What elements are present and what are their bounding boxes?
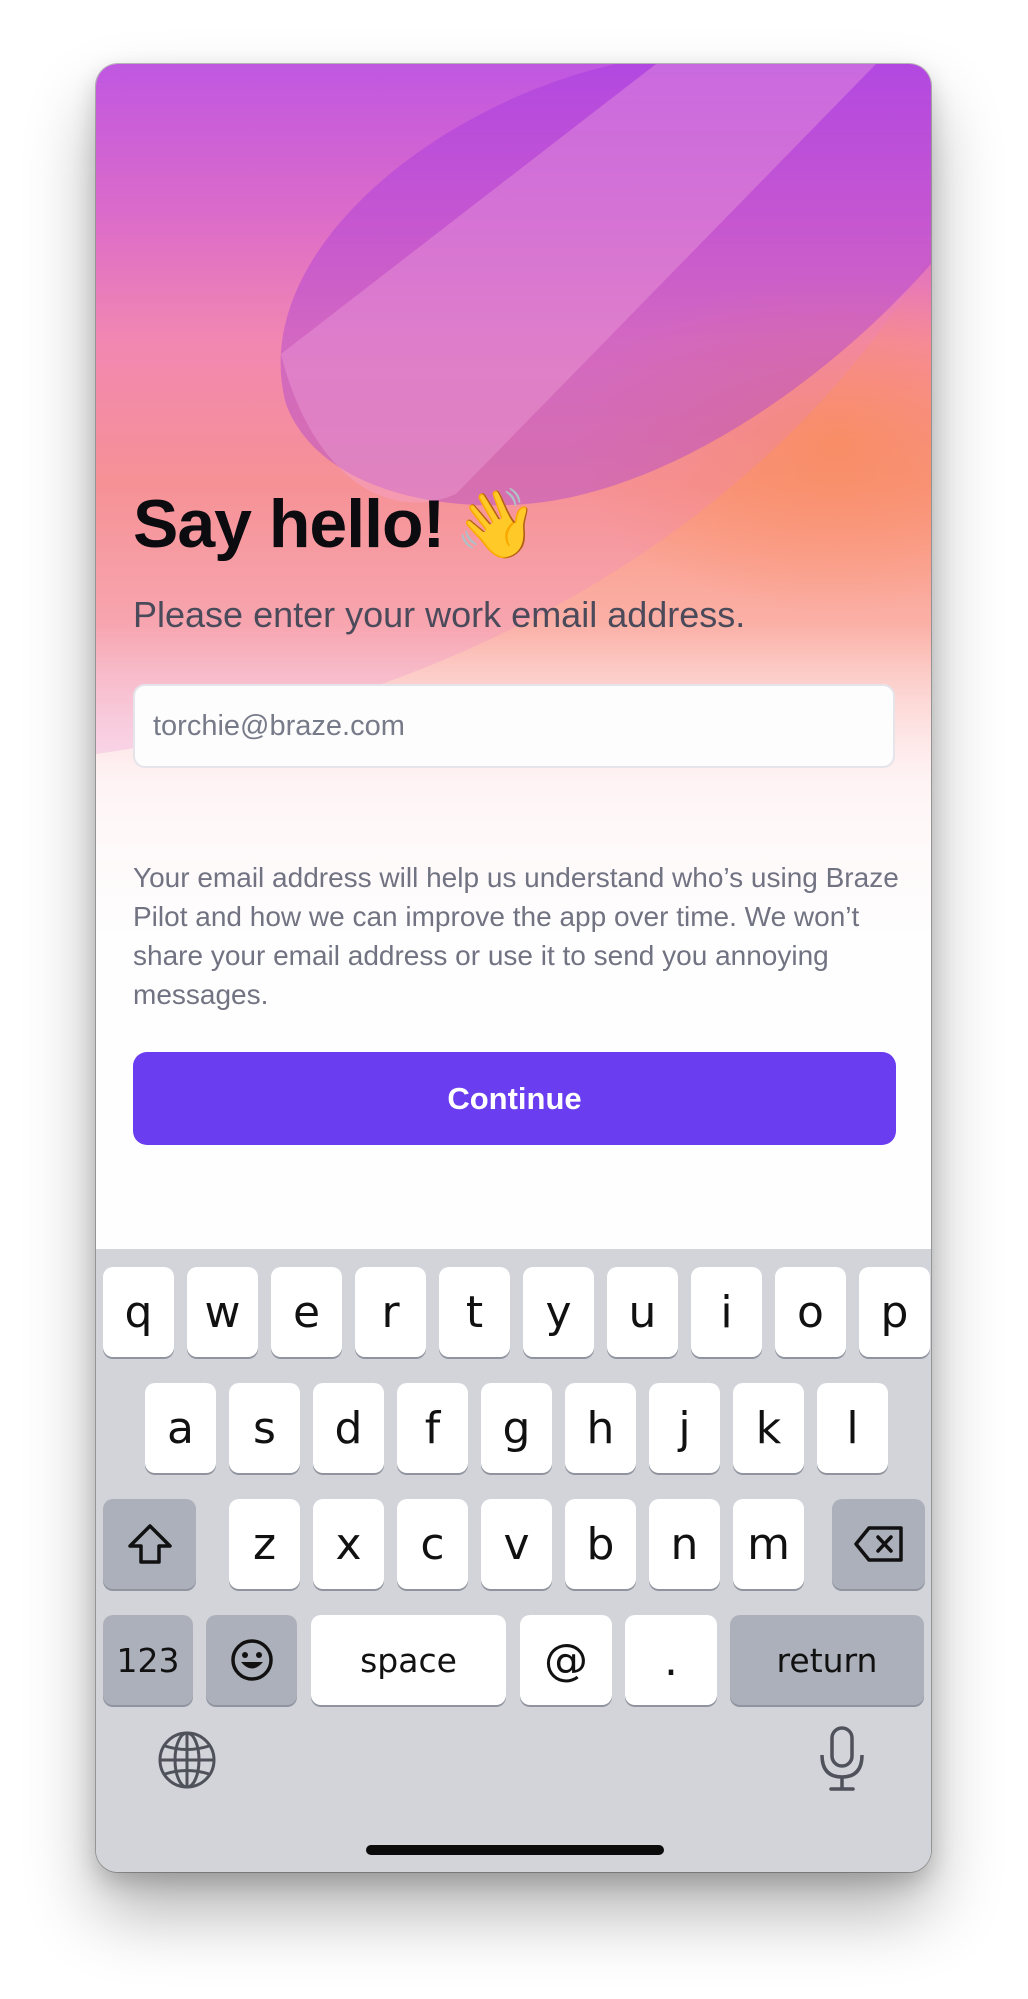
key-t[interactable]: t <box>439 1267 510 1357</box>
space-key[interactable]: space <box>311 1615 506 1705</box>
key-g[interactable]: g <box>481 1383 552 1473</box>
email-input[interactable] <box>133 684 895 768</box>
at-key[interactable]: @ <box>520 1615 612 1705</box>
backspace-key[interactable] <box>832 1499 925 1589</box>
key-h[interactable]: h <box>565 1383 636 1473</box>
page-title: Say hello! 👋 <box>133 486 539 562</box>
backspace-icon <box>853 1526 903 1562</box>
key-j[interactable]: j <box>649 1383 720 1473</box>
shift-icon <box>127 1524 172 1564</box>
on-screen-keyboard: q w e r t y u i o p a s d f g h j k l z … <box>96 1249 931 1872</box>
phone-screen: Say hello! 👋 Please enter your work email… <box>96 64 931 1872</box>
shift-key[interactable] <box>103 1499 196 1589</box>
privacy-notice: Your email address will help us understa… <box>133 862 899 1010</box>
key-u[interactable]: u <box>607 1267 678 1357</box>
key-l[interactable]: l <box>817 1383 888 1473</box>
return-key[interactable]: return <box>730 1615 924 1705</box>
key-q[interactable]: q <box>103 1267 174 1357</box>
waving-hand-icon: 👋 <box>454 486 539 562</box>
period-key[interactable]: . <box>625 1615 717 1705</box>
key-p[interactable]: p <box>859 1267 930 1357</box>
key-a[interactable]: a <box>145 1383 216 1473</box>
key-x[interactable]: x <box>313 1499 384 1589</box>
key-z[interactable]: z <box>229 1499 300 1589</box>
microphone-icon[interactable] <box>816 1725 868 1793</box>
emoji-key[interactable] <box>206 1615 297 1705</box>
key-d[interactable]: d <box>313 1383 384 1473</box>
numbers-key[interactable]: 123 <box>103 1615 193 1705</box>
emoji-icon <box>230 1639 273 1681</box>
key-i[interactable]: i <box>691 1267 762 1357</box>
key-b[interactable]: b <box>565 1499 636 1589</box>
key-w[interactable]: w <box>187 1267 258 1357</box>
key-s[interactable]: s <box>229 1383 300 1473</box>
key-e[interactable]: e <box>271 1267 342 1357</box>
key-c[interactable]: c <box>397 1499 468 1589</box>
key-v[interactable]: v <box>481 1499 552 1589</box>
key-n[interactable]: n <box>649 1499 720 1589</box>
key-m[interactable]: m <box>733 1499 804 1589</box>
key-y[interactable]: y <box>523 1267 594 1357</box>
page-subtitle: Please enter your work email address. <box>133 594 746 635</box>
key-r[interactable]: r <box>355 1267 426 1357</box>
home-indicator[interactable] <box>366 1845 664 1855</box>
key-f[interactable]: f <box>397 1383 468 1473</box>
continue-button[interactable]: Continue <box>133 1052 896 1145</box>
key-k[interactable]: k <box>733 1383 804 1473</box>
globe-icon[interactable] <box>156 1729 218 1791</box>
key-o[interactable]: o <box>775 1267 846 1357</box>
